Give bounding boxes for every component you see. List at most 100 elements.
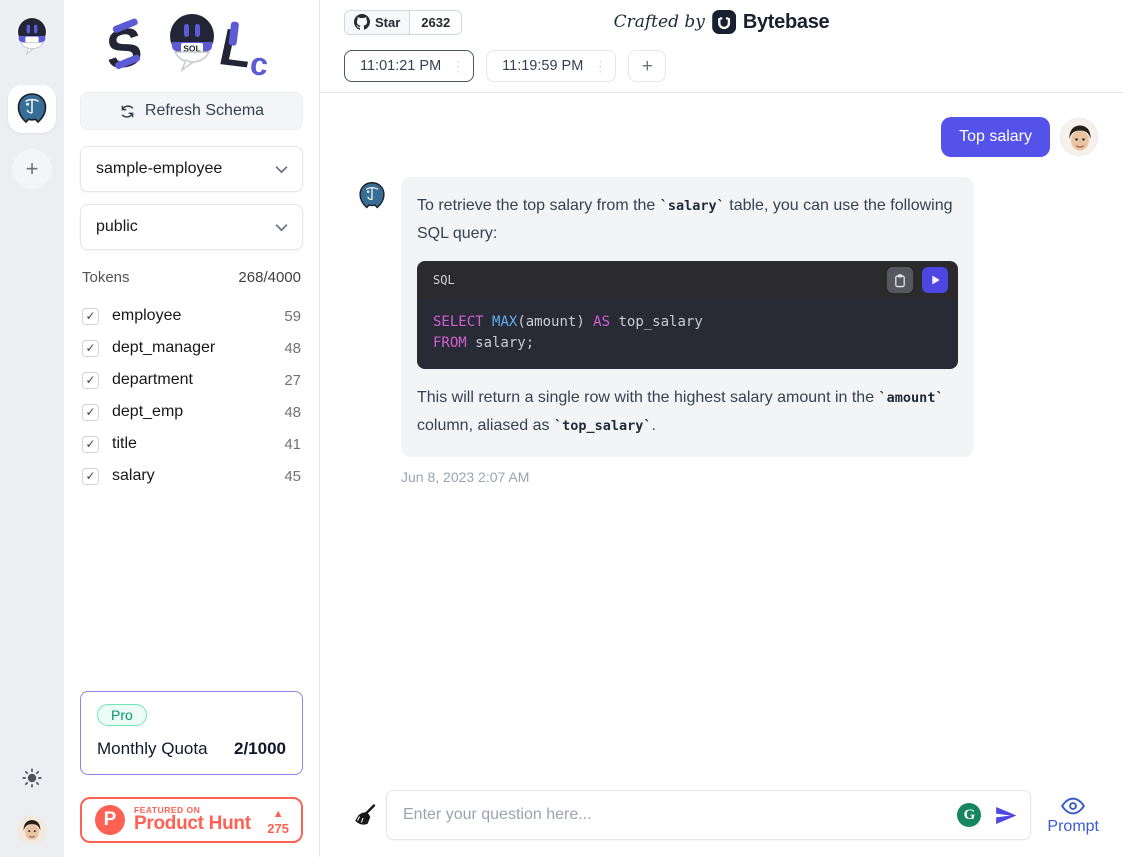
run-query-button[interactable] <box>922 267 948 293</box>
inline-code-top-salary: `top_salary` <box>554 418 652 434</box>
code-token: SELECT <box>433 314 492 330</box>
new-conversation-button[interactable] <box>628 50 666 82</box>
table-checkbox[interactable] <box>82 468 99 485</box>
postgresql-avatar-icon <box>357 181 387 211</box>
table-checklist: employee59dept_manager48department27dept… <box>80 300 303 492</box>
assistant-message-row: To retrieve the top salary from the `sal… <box>357 177 1098 485</box>
sql-code-block: SQL <box>417 261 958 369</box>
code-language-label: SQL <box>433 266 455 294</box>
table-checkbox[interactable] <box>82 340 99 357</box>
prompt-toggle[interactable]: Prompt <box>1047 795 1099 836</box>
app-rail <box>0 0 64 857</box>
tab-label: 11:01:21 PM <box>360 58 441 74</box>
user-message-bubble: Top salary <box>941 117 1050 157</box>
code-line: SELECT MAX(amount) AS top_salary <box>433 312 942 333</box>
table-name: employee <box>112 307 284 325</box>
clipboard-icon <box>893 273 907 288</box>
table-checkbox[interactable] <box>82 404 99 421</box>
send-icon <box>993 803 1018 828</box>
table-checkbox[interactable] <box>82 308 99 325</box>
chat-scroll-area[interactable]: Top salary <box>320 93 1123 780</box>
schema-select-value: public <box>96 218 138 236</box>
eye-icon <box>1060 795 1086 817</box>
conversation-tab[interactable]: 11:01:21 PM <box>344 50 474 82</box>
monthly-quota-label: Monthly Quota <box>97 739 208 759</box>
tab-bar: 11:01:21 PM 11:19:59 PM <box>344 50 1099 92</box>
code-token: (amount) <box>517 314 593 330</box>
chat-main: Star 2632 Crafted by Bytebase 11:01:21 P… <box>320 0 1123 857</box>
upvote-arrow-icon <box>273 804 284 822</box>
sqlchat-bot-icon[interactable] <box>14 16 50 61</box>
main-header: Star 2632 Crafted by Bytebase 11:01:21 P… <box>320 0 1123 93</box>
assistant-message-bubble: To retrieve the top salary from the `sal… <box>401 177 974 457</box>
tokens-label: Tokens <box>82 269 130 286</box>
theme-toggle-sun-icon[interactable] <box>22 768 42 793</box>
conversation-tab[interactable]: 11:19:59 PM <box>486 50 616 82</box>
table-token-count: 59 <box>284 308 301 325</box>
clear-conversation-broom-icon[interactable] <box>350 803 376 835</box>
table-token-count: 45 <box>284 468 301 485</box>
assistant-paragraph-1: To retrieve the top salary from the `sal… <box>417 192 958 248</box>
github-star-count: 2632 <box>409 11 461 34</box>
table-token-count: 41 <box>284 436 301 453</box>
product-hunt-vote-count: 275 <box>267 822 289 836</box>
database-select[interactable]: sample-employee <box>80 146 303 192</box>
inline-code-amount: `amount` <box>879 390 944 406</box>
play-icon <box>930 274 941 286</box>
code-token: MAX <box>492 314 517 330</box>
user-avatar <box>1060 118 1098 156</box>
table-name: dept_emp <box>112 403 284 421</box>
crafted-by-text: Crafted by <box>614 12 705 32</box>
send-button[interactable] <box>993 803 1018 828</box>
product-hunt-logo-icon: P <box>95 805 125 835</box>
table-row: dept_emp48 <box>80 396 303 428</box>
bytebase-brand-name: Bytebase <box>743 11 830 34</box>
sqlchat-logo: S SQL L c <box>80 0 303 92</box>
table-name: title <box>112 435 284 453</box>
code-token: AS <box>593 314 610 330</box>
table-checkbox[interactable] <box>82 372 99 389</box>
copy-code-button[interactable] <box>887 267 913 293</box>
product-hunt-votes: 275 <box>267 804 289 836</box>
product-hunt-badge[interactable]: P FEATURED ON Product Hunt 275 <box>80 797 303 843</box>
monthly-quota-value: 2/1000 <box>234 739 286 759</box>
connection-postgres-tile[interactable] <box>8 85 56 133</box>
github-star-label: Star <box>375 15 400 30</box>
tokens-row: Tokens 268/4000 <box>80 269 303 286</box>
crafted-by-brand[interactable]: Crafted by Bytebase <box>614 10 830 34</box>
chevron-down-icon <box>275 223 288 232</box>
question-input[interactable] <box>403 806 957 824</box>
user-account-avatar[interactable] <box>17 815 47 845</box>
table-row: employee59 <box>80 300 303 332</box>
tokens-value: 268/4000 <box>238 269 301 286</box>
table-name: salary <box>112 467 284 485</box>
table-token-count: 48 <box>284 404 301 421</box>
svg-text:c: c <box>248 45 270 83</box>
refresh-schema-button[interactable]: Refresh Schema <box>80 92 303 130</box>
table-row: title41 <box>80 428 303 460</box>
pro-badge: Pro <box>97 704 147 726</box>
tab-label: 11:19:59 PM <box>502 58 583 74</box>
schema-sidebar: S SQL L c <box>64 0 320 857</box>
grammarly-icon[interactable]: G <box>957 803 981 827</box>
table-row: salary45 <box>80 460 303 492</box>
user-message-row: Top salary <box>357 117 1098 157</box>
table-name: dept_manager <box>112 339 284 357</box>
code-token: top_salary <box>610 314 703 330</box>
table-checkbox[interactable] <box>82 436 99 453</box>
github-star-button[interactable]: Star 2632 <box>344 10 462 35</box>
code-block-header: SQL <box>417 261 958 299</box>
bot-avatar-icon <box>14 16 50 56</box>
tab-menu-icon[interactable] <box>451 58 465 75</box>
table-row: dept_manager48 <box>80 332 303 364</box>
postgresql-icon <box>15 92 49 126</box>
table-name: department <box>112 371 284 389</box>
github-icon <box>354 14 370 30</box>
tab-menu-icon[interactable] <box>593 58 607 75</box>
panel-spacer <box>80 492 303 691</box>
schema-select[interactable]: public <box>80 204 303 250</box>
code-line: FROM salary; <box>433 333 942 354</box>
table-row: department27 <box>80 364 303 396</box>
code-block-body: SELECT MAX(amount) AS top_salaryFROM sal… <box>417 299 958 369</box>
add-connection-button[interactable] <box>12 149 52 189</box>
